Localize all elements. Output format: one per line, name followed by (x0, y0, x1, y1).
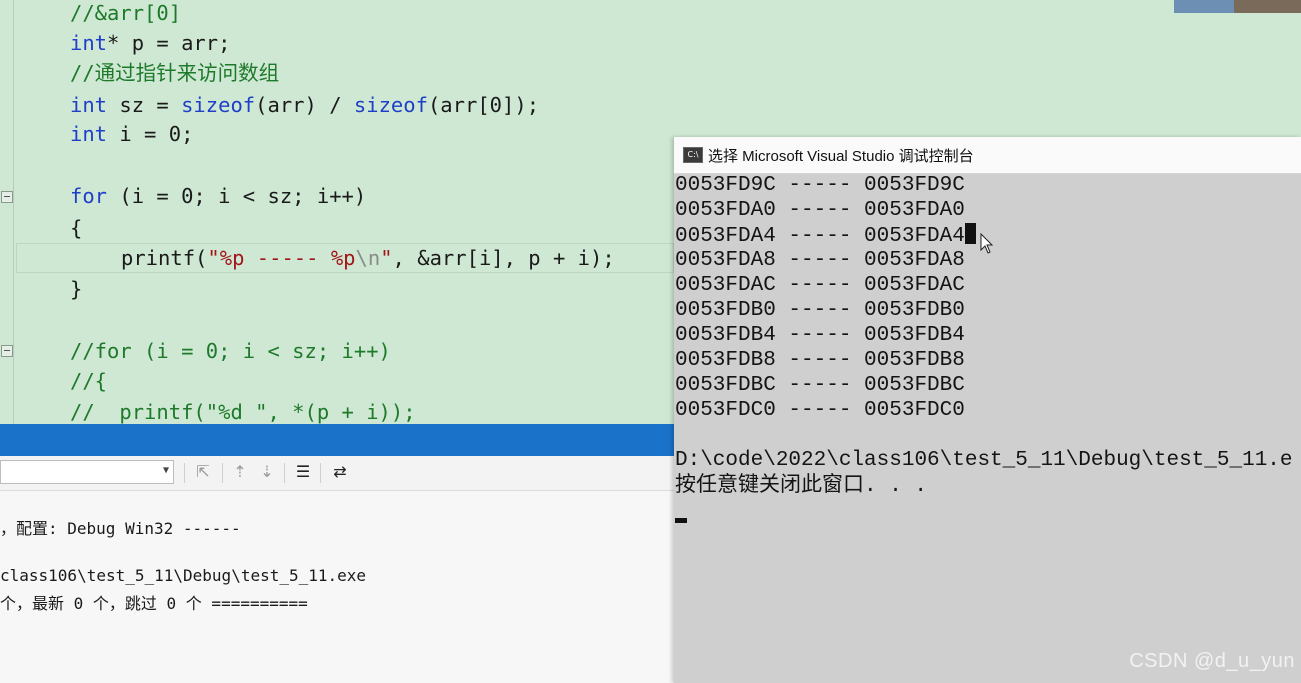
console-row: 0053FDB8 ----- 0053FDB8 (675, 349, 965, 372)
output-toolbar: ▼ ⇱ ⇡ ⇣ ☰ ⇄ (0, 456, 674, 491)
previous-message-icon[interactable]: ⇡ (230, 462, 250, 482)
next-message-icon[interactable]: ⇣ (257, 462, 277, 482)
toolbar-separator (222, 463, 223, 483)
console-row: 0053FDA8 ----- 0053FDA8 (675, 249, 965, 272)
console-row: 0053FD9C ----- 0053FD9C (675, 174, 965, 197)
console-row: 0053FDB0 ----- 0053FDB0 (675, 299, 965, 322)
webcam-thumbnail (1174, 0, 1301, 13)
code-line-7: { (70, 216, 83, 240)
console-titlebar[interactable]: C:\ 选择 Microsoft Visual Studio 调试控制台 (674, 137, 1301, 174)
code-line-9: } (70, 277, 83, 301)
console-caret (675, 518, 687, 523)
console-app-icon: C:\ (683, 147, 703, 163)
toolbar-separator (320, 463, 321, 483)
output-line-3: 个，最新 0 个，跳过 0 个 ========== (0, 594, 308, 613)
console-row: 0053FDA4 ----- 0053FDA4 (675, 223, 976, 249)
clear-all-icon[interactable]: ☰ (293, 462, 313, 482)
code-line-11: //{ (70, 369, 108, 393)
console-row: 0053FDAC ----- 0053FDAC (675, 274, 965, 297)
fold-toggle-icon[interactable] (1, 191, 13, 203)
code-line-10: //for (i = 0; i < sz; i++) (70, 339, 391, 363)
console-exit-prompt: 按任意键关闭此窗口. . . (675, 475, 928, 498)
code-line-12: // printf("%d ", *(p + i)); (70, 400, 416, 424)
console-row: 0053FDA0 ----- 0053FDA0 (675, 199, 965, 222)
code-line-2: int* p = arr; (70, 31, 231, 55)
word-wrap-icon[interactable]: ⇄ (330, 462, 350, 482)
code-line-8: printf("%p ----- %p\n", &arr[i], p + i); (121, 246, 615, 270)
code-line-6: for (i = 0; i < sz; i++) (70, 184, 367, 208)
code-line-5: int i = 0; (70, 122, 194, 146)
code-line-1: //&arr[0] (70, 1, 182, 25)
text-cursor-block (964, 223, 976, 244)
output-panel-titlebar[interactable] (0, 424, 674, 456)
watermark: CSDN @d_u_yun (1129, 650, 1295, 672)
chevron-down-icon: ▼ (162, 465, 169, 476)
fold-toggle-icon[interactable] (1, 345, 13, 357)
code-line-4: int sz = sizeof(arr) / sizeof(arr[0]); (70, 93, 540, 117)
console-exe-path: D:\code\2022\class106\test_5_11\Debug\te… (675, 449, 1293, 472)
find-message-icon[interactable]: ⇱ (193, 462, 213, 482)
editor-gutter (13, 0, 14, 424)
console-row-text: 0053FDA4 ----- 0053FDA4 (675, 225, 965, 248)
mouse-pointer-icon (980, 233, 994, 254)
toolbar-separator (184, 463, 185, 483)
output-source-dropdown[interactable]: ▼ (0, 460, 174, 484)
output-text-area[interactable]: ，配置: Debug Win32 ------ class106\test_5_… (0, 491, 674, 683)
console-row: 0053FDBC ----- 0053FDBC (675, 374, 965, 397)
debug-console-window[interactable]: C:\ 选择 Microsoft Visual Studio 调试控制台 005… (674, 137, 1301, 683)
code-line-3: //通过指针来访问数组 (70, 61, 280, 85)
output-line-1: ，配置: Debug Win32 ------ (0, 519, 241, 538)
console-row: 0053FDC0 ----- 0053FDC0 (675, 399, 965, 422)
console-row: 0053FDB4 ----- 0053FDB4 (675, 324, 965, 347)
output-line-2: class106\test_5_11\Debug\test_5_11.exe (0, 566, 367, 585)
console-title: 选择 Microsoft Visual Studio 调试控制台 (708, 148, 974, 165)
toolbar-separator (284, 463, 285, 483)
